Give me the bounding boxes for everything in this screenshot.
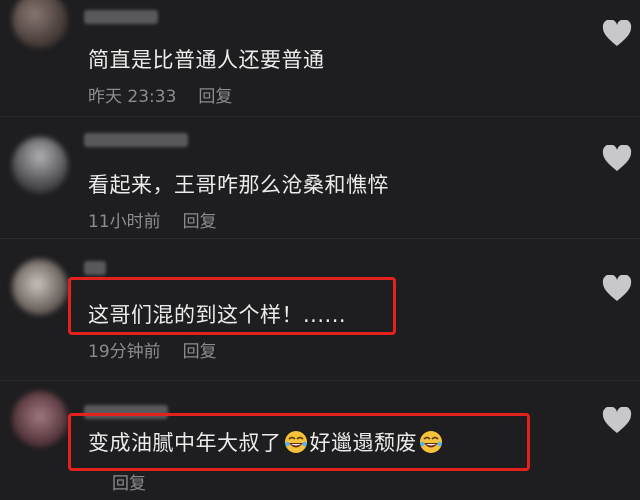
heart-icon[interactable] xyxy=(602,407,632,435)
comment-text: 简直是比普通人还要普通 xyxy=(88,48,325,72)
heart-icon[interactable] xyxy=(602,275,632,303)
avatar[interactable] xyxy=(12,391,68,447)
avatar[interactable] xyxy=(12,0,68,48)
reply-button[interactable]: 回复 xyxy=(112,474,146,494)
comment-meta: 回复 xyxy=(88,469,146,494)
avatar[interactable] xyxy=(12,137,68,193)
comment-time: 19分钟前 xyxy=(88,342,161,362)
avatar[interactable] xyxy=(12,259,68,315)
heart-icon[interactable] xyxy=(602,145,632,173)
comment-item[interactable]: 简直是比普通人还要普通 昨天 23:33 回复 xyxy=(0,0,640,112)
comment-meta: 19分钟前 回复 xyxy=(88,337,217,362)
comment-time: 昨天 23:33 xyxy=(88,87,177,107)
username[interactable] xyxy=(84,261,106,275)
comment-item[interactable]: 看起来，王哥咋那么沧桑和憔悴 11小时前 回复 xyxy=(0,117,640,237)
comment-time: 11小时前 xyxy=(88,212,161,232)
highlight-box xyxy=(68,277,396,335)
reply-button[interactable]: 回复 xyxy=(183,342,217,362)
reply-button[interactable]: 回复 xyxy=(183,212,217,232)
comment-text: 看起来，王哥咋那么沧桑和憔悴 xyxy=(88,173,389,197)
username[interactable] xyxy=(84,133,188,147)
reply-button[interactable]: 回复 xyxy=(198,87,232,107)
highlight-box xyxy=(68,413,530,471)
comment-meta: 昨天 23:33 回复 xyxy=(88,82,232,107)
comment-meta: 11小时前 回复 xyxy=(88,207,217,232)
heart-icon[interactable] xyxy=(602,20,632,48)
username[interactable] xyxy=(84,10,158,24)
